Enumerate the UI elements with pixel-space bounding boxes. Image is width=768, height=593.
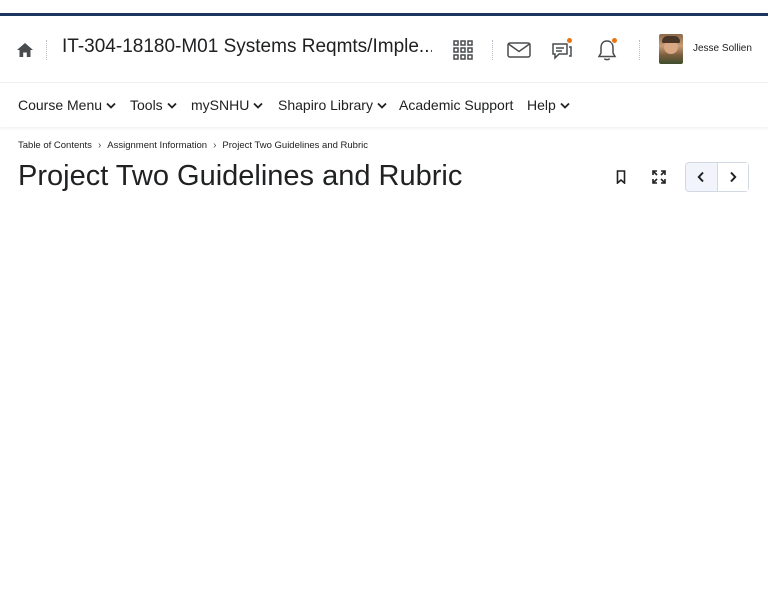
chevron-down-icon <box>106 102 116 109</box>
nav-item-course-menu[interactable]: Course Menu <box>18 97 116 113</box>
breadcrumb-separator: › <box>97 140 102 151</box>
header-bar: IT-304-18180-M01 Systems Reqmts/Imple...… <box>0 16 768 82</box>
breadcrumb-separator: › <box>213 140 217 151</box>
mail-icon[interactable] <box>507 42 531 58</box>
nav-item-label: mySNHU <box>191 97 250 113</box>
nav-item-label: Tools <box>130 97 163 113</box>
nav-item-label: Course Menu <box>18 97 103 113</box>
breadcrumb-current-page: Project Two Guidelines and Rubric <box>222 140 368 151</box>
nav-item-academic-support[interactable]: Academic Support <box>399 97 513 113</box>
header-separator <box>46 40 47 60</box>
nav-item-help[interactable]: Help <box>527 97 570 113</box>
chevron-right-icon <box>730 171 737 183</box>
page-title: Project Two Guidelines and Rubric <box>18 160 463 192</box>
breadcrumb: Table of Contents › Assignment Informati… <box>18 140 368 151</box>
nav-item-shapiro-library[interactable]: Shapiro Library <box>278 97 387 113</box>
chevron-down-icon <box>253 102 263 109</box>
header-separator <box>639 40 640 60</box>
nav-item-label: Shapiro Library <box>278 97 373 113</box>
chevron-down-icon <box>167 102 177 109</box>
chat-notification-badge <box>566 37 573 44</box>
nav-item-label: Help <box>527 97 556 113</box>
home-icon[interactable] <box>17 43 33 57</box>
nav-item-mysnhu[interactable]: mySNHU <box>191 97 263 113</box>
avatar[interactable] <box>659 34 683 64</box>
chevron-down-icon <box>560 102 570 109</box>
bookmark-icon[interactable] <box>616 170 626 184</box>
waffle-grid-icon[interactable] <box>453 40 473 60</box>
fullscreen-icon[interactable] <box>652 170 666 184</box>
nav-item-label: Academic Support <box>399 97 514 113</box>
previous-topic-button[interactable] <box>686 163 717 191</box>
next-topic-button[interactable] <box>716 163 748 191</box>
chevron-down-icon <box>377 102 387 109</box>
course-navbar: Course Menu Tools mySNHU Shapiro Library… <box>0 82 768 127</box>
notification-badge <box>611 37 618 44</box>
topic-pager <box>685 162 749 192</box>
chevron-left-icon <box>697 171 704 183</box>
course-title[interactable]: IT-304-18180-M01 Systems Reqmts/Imple... <box>62 36 432 58</box>
header-separator <box>492 40 493 60</box>
nav-item-tools[interactable]: Tools <box>130 97 177 113</box>
breadcrumb-assignment-information[interactable]: Assignment Information <box>107 140 207 151</box>
user-name[interactable]: Jesse Sollien <box>693 43 752 54</box>
breadcrumb-table-of-contents[interactable]: Table of Contents <box>18 140 92 151</box>
